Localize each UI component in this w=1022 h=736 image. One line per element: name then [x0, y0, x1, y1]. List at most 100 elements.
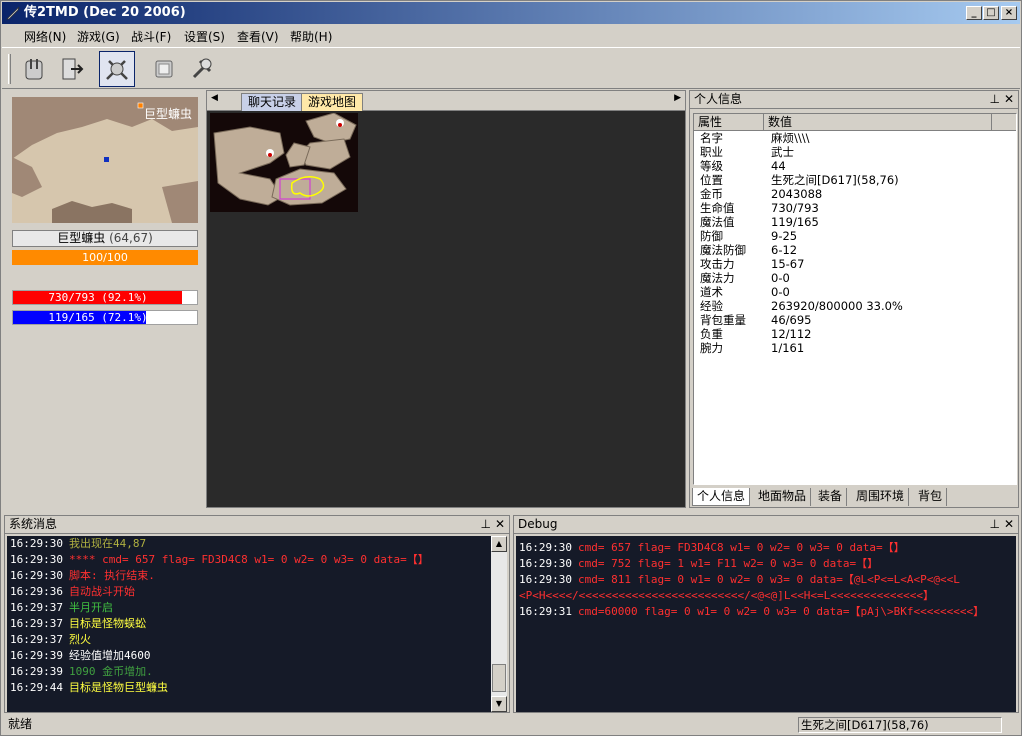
center-tabstrip: ◀ 聊天记录 游戏地图 ▶: [207, 91, 685, 111]
log-line: 16:29:30 我出现在44,87: [7, 536, 491, 552]
log-timestamp: 16:29:30: [519, 557, 572, 570]
exit-icon: [62, 58, 84, 80]
property-key: 魔法力: [700, 271, 735, 285]
dungeon-map: [213, 112, 357, 206]
pin-icon[interactable]: ⊥: [990, 91, 1000, 108]
menu-settings[interactable]: 设置(S): [184, 28, 225, 45]
property-row[interactable]: 魔法力 0-0: [694, 271, 1016, 285]
tab-chat-log[interactable]: 聊天记录: [241, 93, 304, 111]
log-line: 16:29:30 **** cmd= 657 flag= FD3D4C8 w1= …: [7, 552, 491, 568]
system-log[interactable]: 16:29:30 我出现在44,87 16:29:30 **** cmd= 657 f…: [7, 536, 491, 712]
close-icon[interactable]: ✕: [495, 516, 505, 533]
property-list[interactable]: 属性 数值 名字 麻烦\\\\ 职业 武士 等级 44 位置 生死之间[D617](58,76…: [693, 113, 1017, 485]
title-bar[interactable]: 传2TMD (Dec 20 2006) _ □ ×: [2, 2, 1020, 24]
target-name: 巨型蠊虫: [57, 231, 106, 245]
property-key: 防御: [700, 229, 723, 243]
tab-ground-items[interactable]: 地面物品: [754, 488, 812, 506]
tab-scroll-left-icon[interactable]: ◀: [211, 93, 218, 103]
log-line: 16:29:37 目标是怪物蜈蚣: [7, 616, 491, 632]
property-key: 金币: [700, 187, 723, 201]
scrollbar[interactable]: ▲ ▼: [491, 536, 507, 712]
log-line: 16:29:39 经验值增加4600: [7, 648, 491, 664]
log-message: 自动战斗开始: [68, 585, 135, 598]
menu-view[interactable]: 查看(V): [237, 28, 279, 45]
settings-button[interactable]: [146, 51, 182, 87]
log-line: 16:29:30 cmd= 752 flag= 1 w1= F11 w2= 0 w…: [516, 556, 1016, 572]
menu-bar: 网络(N) 游戏(G) 战斗(F) 设置(S) 查看(V) 帮助(H): [2, 25, 1020, 45]
maximize-button[interactable]: □: [983, 6, 999, 20]
tab-surroundings[interactable]: 周围环境: [852, 488, 910, 506]
tab-personal-info[interactable]: 个人信息: [692, 488, 751, 506]
pin-icon[interactable]: ⊥: [990, 516, 1000, 533]
property-value: 9-25: [771, 229, 798, 243]
property-value: 730/793: [771, 201, 819, 215]
property-row[interactable]: 负重 12/112: [694, 327, 1016, 341]
property-row[interactable]: 位置 生死之间[D617](58,76): [694, 173, 1016, 187]
property-row[interactable]: 名字 麻烦\\\\: [694, 131, 1016, 145]
connect-icon: [25, 59, 43, 80]
property-key: 道术: [700, 285, 723, 299]
sword-icon: [6, 6, 20, 20]
tab-equipment[interactable]: 装备: [814, 488, 848, 506]
battle-button[interactable]: [99, 51, 135, 87]
property-row[interactable]: 背包重量 46/695: [694, 313, 1016, 327]
log-message: cmd=60000 flag= 0 w1= 0 w2= 0 w3= 0 data…: [577, 605, 985, 618]
close-button[interactable]: ×: [1001, 6, 1017, 20]
exit-button[interactable]: [54, 51, 90, 87]
panel-title: 系统消息: [9, 517, 58, 531]
property-row[interactable]: 腕力 1/161: [694, 341, 1016, 355]
property-row[interactable]: 防御 9-25: [694, 229, 1016, 243]
tab-scroll-right-icon[interactable]: ▶: [674, 93, 681, 103]
property-row[interactable]: 攻击力 15-67: [694, 257, 1016, 271]
menu-battle[interactable]: 战斗(F): [131, 28, 171, 45]
property-value: 44: [771, 159, 786, 173]
property-row[interactable]: 道术 0-0: [694, 285, 1016, 299]
scroll-thumb[interactable]: [492, 664, 506, 692]
property-key: 腕力: [700, 341, 723, 355]
column-header-value[interactable]: 数值: [764, 114, 992, 130]
pin-icon[interactable]: ⊥: [481, 516, 491, 533]
property-row[interactable]: 经验 263920/800000 33.0%: [694, 299, 1016, 313]
log-message: <P<H<<<</<<<<<<<<<<<<<<<<<<<<<<<<</<@<@]…: [519, 589, 934, 602]
property-key: 职业: [700, 145, 723, 159]
connect-button[interactable]: [16, 51, 52, 87]
toolbar-grip[interactable]: [8, 54, 11, 84]
scroll-down-icon[interactable]: ▼: [491, 696, 507, 712]
property-key: 魔法值: [700, 215, 735, 229]
property-row[interactable]: 职业 武士: [694, 145, 1016, 159]
menu-network[interactable]: 网络(N): [24, 28, 66, 45]
property-row[interactable]: 魔法防御 6-12: [694, 243, 1016, 257]
property-value: 0-0: [771, 285, 790, 299]
minimize-button[interactable]: _: [966, 6, 982, 20]
battle-icon: [106, 60, 128, 80]
close-icon[interactable]: ✕: [1004, 516, 1014, 533]
scroll-up-icon[interactable]: ▲: [491, 536, 507, 552]
log-timestamp: 16:29:30: [10, 537, 63, 550]
minimap[interactable]: 巨型蠊虫: [12, 97, 198, 223]
property-key: 魔法防御: [700, 243, 746, 257]
tools-icon: [192, 58, 212, 79]
log-message: 经验值增加4600: [68, 649, 151, 662]
log-timestamp: 16:29:30: [10, 553, 63, 566]
tab-game-map[interactable]: 游戏地图: [301, 93, 364, 111]
log-message: 目标是怪物巨型蠊虫: [68, 681, 168, 694]
tab-backpack[interactable]: 背包: [914, 488, 948, 506]
system-messages-panel: 系统消息 ⊥ ✕ 16:29:30 我出现在44,87 16:29:30 **** c…: [4, 515, 510, 713]
close-icon[interactable]: ✕: [1004, 91, 1014, 108]
debug-log[interactable]: 16:29:30 cmd= 657 flag= FD3D4C8 w1= 0 w2=…: [516, 536, 1016, 712]
property-row[interactable]: 魔法值 119/165: [694, 215, 1016, 229]
log-message: 我出现在44,87: [68, 537, 147, 550]
window-title: 传2TMD (Dec 20 2006): [24, 5, 186, 20]
status-location: 生死之间[D617](58,76): [798, 717, 1002, 733]
property-row[interactable]: 金币 2043088: [694, 187, 1016, 201]
menu-game[interactable]: 游戏(G): [77, 28, 120, 45]
center-panel: ◀ 聊天记录 游戏地图 ▶: [206, 90, 686, 508]
column-header-attribute[interactable]: 属性: [694, 114, 764, 130]
game-map-view[interactable]: [210, 112, 358, 212]
property-row[interactable]: 生命值 730/793: [694, 201, 1016, 215]
menu-help[interactable]: 帮助(H): [290, 28, 332, 45]
hp-text: 730/793 (92.1%): [48, 291, 148, 304]
target-info: 巨型蠊虫 (64,67): [12, 230, 198, 247]
property-row[interactable]: 等级 44: [694, 159, 1016, 173]
tools-button[interactable]: [184, 51, 220, 87]
